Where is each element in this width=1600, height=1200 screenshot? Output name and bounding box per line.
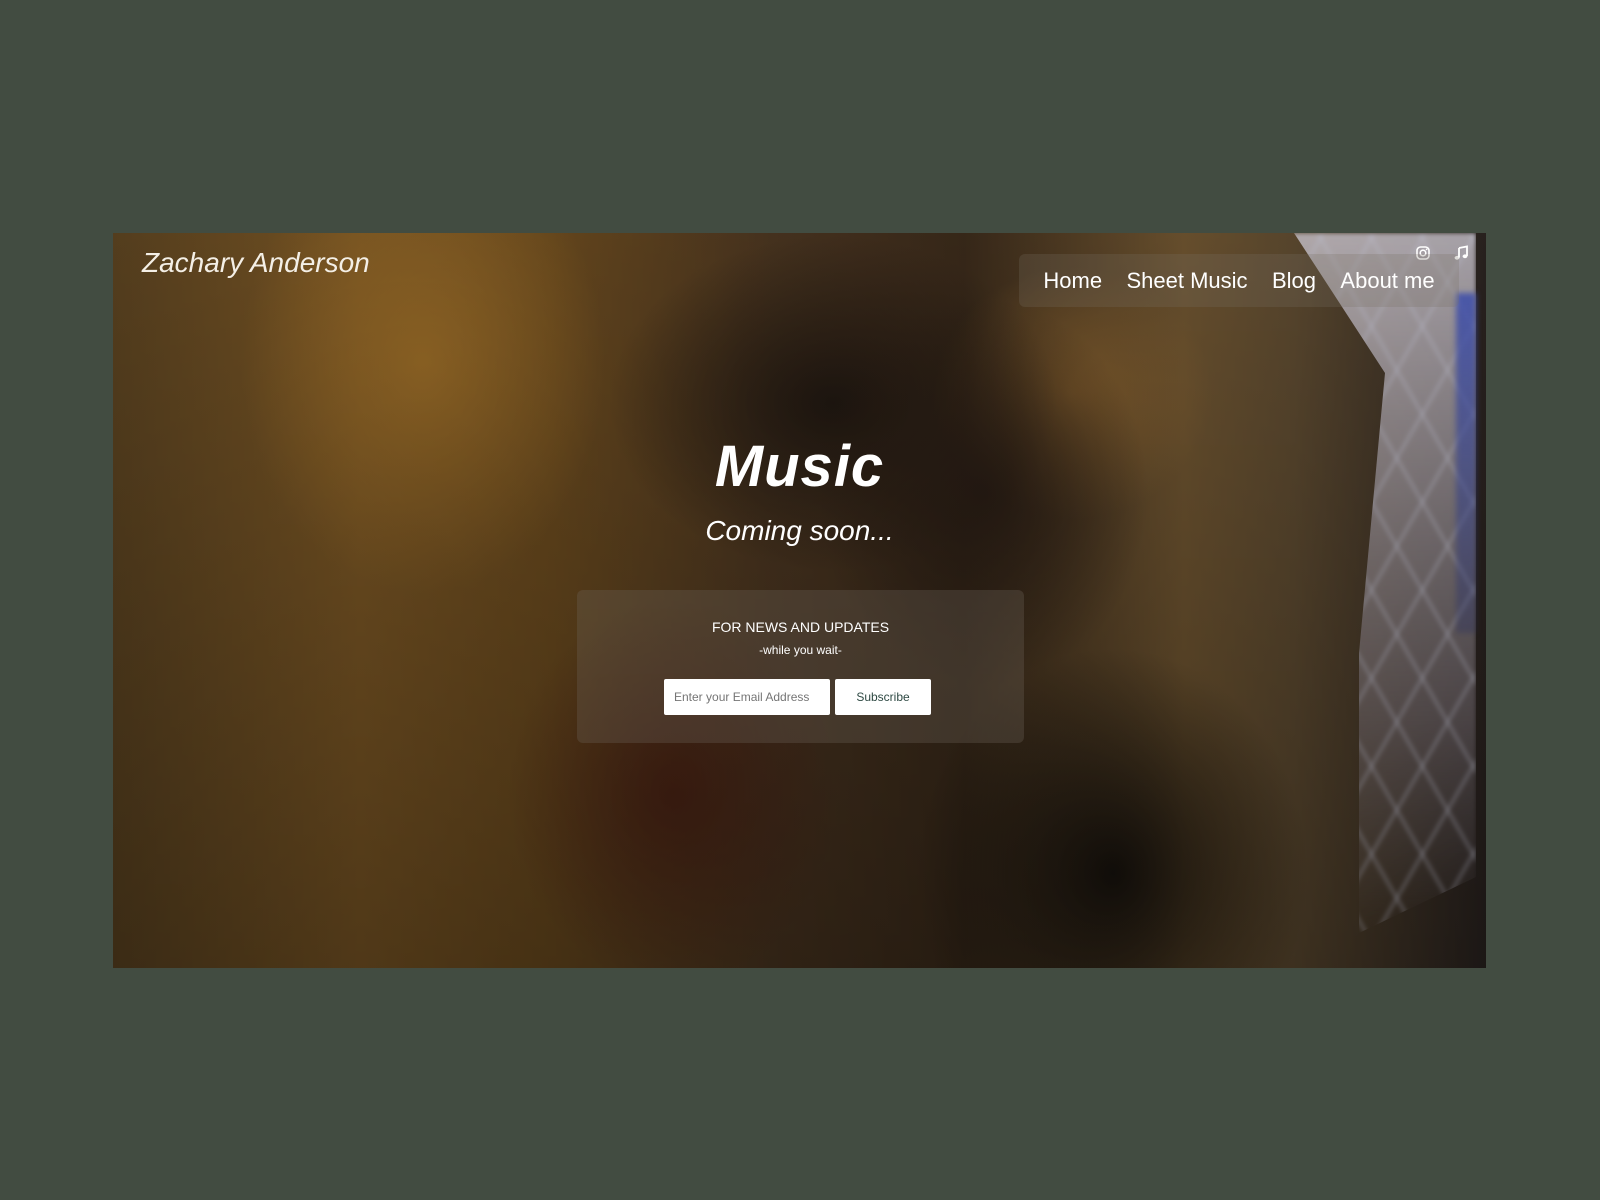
main-nav: Home Sheet Music Blog About me: [1019, 254, 1459, 307]
hero-title: Music: [714, 434, 885, 499]
nav-item-blog[interactable]: Blog: [1272, 268, 1316, 294]
signup-subheading: -while you wait-: [759, 643, 842, 657]
hero-section: Zachary Anderson Home Sheet Music Blog A…: [113, 233, 1486, 968]
site-brand[interactable]: Zachary Anderson: [142, 247, 370, 279]
nav-item-about-me[interactable]: About me: [1340, 268, 1434, 294]
email-input[interactable]: [664, 679, 830, 715]
signup-heading: FOR NEWS AND UPDATES: [711, 619, 890, 635]
subscribe-button[interactable]: Subscribe: [835, 679, 931, 715]
nav-item-sheet-music[interactable]: Sheet Music: [1127, 268, 1248, 294]
hero-subtitle: Coming soon...: [705, 515, 894, 546]
newsletter-signup: FOR NEWS AND UPDATES -while you wait- Su…: [577, 590, 1024, 743]
nav-item-home[interactable]: Home: [1043, 268, 1102, 294]
